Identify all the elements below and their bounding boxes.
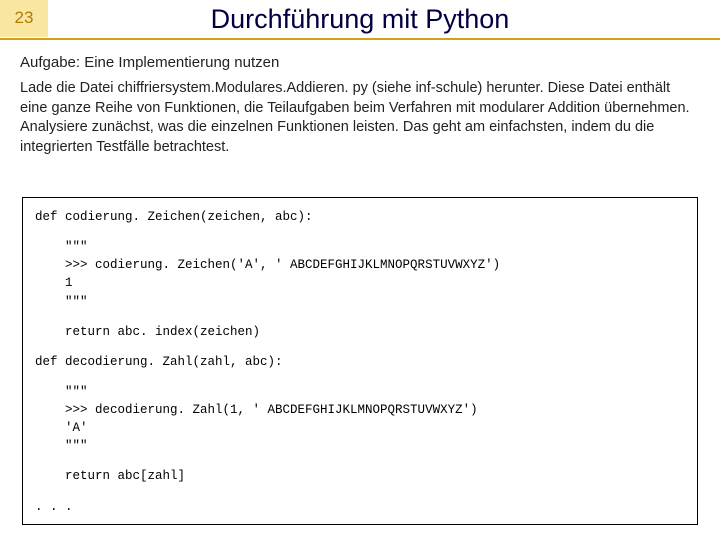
code-line: >>> codierung. Zeichen('A', ' ABCDEFGHIJ…	[35, 256, 685, 274]
code-line: 1	[35, 274, 685, 292]
code-box: def codierung. Zeichen(zeichen, abc): ""…	[22, 197, 698, 525]
slide-title: Durchführung mit Python	[48, 4, 720, 35]
code-line: . . .	[35, 498, 685, 516]
code-line: return abc[zahl]	[35, 467, 685, 485]
code-line: 'A'	[35, 419, 685, 437]
slide-header: 23 Durchführung mit Python	[0, 0, 720, 40]
slide-number: 23	[0, 0, 48, 37]
code-line: def decodierung. Zahl(zahl, abc):	[35, 353, 685, 371]
code-line: >>> decodierung. Zahl(1, ' ABCDEFGHIJKLM…	[35, 401, 685, 419]
code-line: return abc. index(zeichen)	[35, 323, 685, 341]
task-heading: Aufgabe: Eine Implementierung nutzen	[20, 54, 700, 71]
code-line: """	[35, 383, 685, 401]
code-line: """	[35, 238, 685, 256]
code-line: def codierung. Zeichen(zeichen, abc):	[35, 208, 685, 226]
body-text: Lade die Datei chiffriersystem.Modulares…	[20, 79, 700, 157]
code-line: """	[35, 437, 685, 455]
content-area: Aufgabe: Eine Implementierung nutzen Lad…	[0, 40, 720, 157]
code-line: """	[35, 293, 685, 311]
